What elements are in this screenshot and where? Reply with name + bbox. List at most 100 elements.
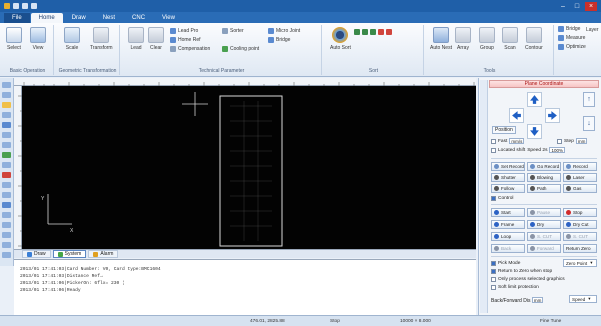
blowing-button[interactable]: Blowing (527, 173, 561, 182)
drawing-canvas[interactable]: Y X (22, 86, 476, 249)
cooling-point-button[interactable]: Cooling point (222, 46, 259, 52)
group-button[interactable]: Group (479, 27, 495, 51)
scan-button[interactable]: Scan (502, 27, 518, 51)
array-button[interactable]: Array (455, 27, 471, 51)
minimize-button[interactable]: – (557, 2, 569, 11)
pick-mode-checkbox[interactable] (491, 261, 496, 266)
micro-joint-button[interactable]: Micro Joint (268, 28, 300, 34)
tab-draw-log[interactable]: Draw (22, 250, 51, 258)
tab-file[interactable]: File (4, 13, 30, 23)
measure-button[interactable]: Measure (558, 35, 585, 41)
selected-only-checkbox[interactable] (491, 277, 496, 282)
tab-cnc[interactable]: CNC (124, 13, 153, 23)
app-logo-icon[interactable] (4, 3, 10, 9)
control-checkbox[interactable] (491, 196, 496, 201)
soft-limit-option[interactable]: Soft limit protection (491, 285, 539, 290)
draw-tool-icon[interactable] (2, 252, 11, 258)
fast-field[interactable]: mm/s (509, 138, 525, 144)
jog-down-button[interactable] (527, 124, 542, 139)
fast-option[interactable]: Fast mm/s (491, 138, 525, 144)
jog-right-button[interactable] (545, 108, 560, 123)
maximize-button[interactable]: □ (571, 2, 583, 11)
view-button[interactable]: View (30, 27, 46, 51)
located-shift-option[interactable]: Located shift Speed 2s 100% (491, 147, 565, 153)
return-zero-button[interactable]: Return Zero (563, 244, 597, 253)
path-button[interactable]: Path (527, 184, 561, 193)
tab-home[interactable]: Home (30, 13, 63, 23)
lead-button[interactable]: Lead (128, 27, 144, 51)
set-record-button[interactable]: Set Record (491, 162, 525, 171)
draw-tool-icon[interactable] (2, 82, 11, 88)
s-cut-alt-button[interactable]: S. CUT (563, 232, 597, 241)
bridge-small-button[interactable]: Bridge (268, 37, 290, 43)
step-field[interactable]: mm (575, 138, 588, 144)
shutter-button[interactable]: Shutter (491, 173, 525, 182)
step-checkbox[interactable] (557, 138, 562, 144)
control-option[interactable]: Control (491, 196, 513, 201)
z-up-button[interactable]: ↑ (583, 92, 595, 107)
tab-nest[interactable]: Nest (95, 13, 123, 23)
z-down-button[interactable]: ↓ (583, 116, 595, 131)
tab-draw[interactable]: Draw (64, 13, 94, 23)
tab-view[interactable]: View (154, 13, 183, 23)
draw-tool-icon[interactable] (2, 202, 11, 208)
save-icon[interactable] (13, 3, 19, 9)
redo-icon[interactable] (31, 3, 37, 9)
undo-icon[interactable] (22, 3, 28, 9)
start-button[interactable]: Start (491, 208, 525, 217)
selected-only-option[interactable]: Only process selected graphics (491, 277, 565, 282)
draw-tool-icon[interactable] (2, 122, 11, 128)
draw-tool-icon[interactable] (2, 142, 11, 148)
jog-left-button[interactable] (509, 108, 524, 123)
clear-button[interactable]: Clear (148, 27, 164, 51)
go-record-button[interactable]: Go Record (527, 162, 561, 171)
located-checkbox[interactable] (491, 147, 496, 153)
select-button[interactable]: Select (6, 27, 22, 51)
record-button[interactable]: Record (563, 162, 597, 171)
home-ref-button[interactable]: Home Ref (170, 37, 201, 43)
stop-button[interactable]: Stop (563, 208, 597, 217)
sorter-button[interactable]: Sorter (222, 28, 244, 34)
return-zero-option[interactable]: Return to Zero when stop (491, 269, 552, 274)
zero-point-dropdown[interactable]: Zero Point ▾ (563, 259, 597, 267)
draw-tool-icon[interactable] (2, 172, 11, 178)
loop-button[interactable]: Loop (491, 232, 525, 241)
draw-tool-icon[interactable] (2, 152, 11, 158)
layer-button[interactable]: Layer (586, 27, 599, 33)
laser-button[interactable]: Laser (563, 173, 597, 182)
close-button[interactable]: × (585, 1, 597, 11)
auto-sort-button[interactable]: Auto Sort (330, 27, 351, 51)
lead-pro-button[interactable]: Lead Pro (170, 28, 198, 34)
draw-tool-icon[interactable] (2, 162, 11, 168)
transform-button[interactable]: Transform (90, 27, 113, 51)
contour-button[interactable]: Contour (525, 27, 543, 51)
position-button[interactable]: Position (492, 126, 516, 134)
speed-dropdown[interactable]: Speed ▾ (569, 295, 597, 303)
draw-tool-icon[interactable] (2, 92, 11, 98)
jog-up-button[interactable] (527, 92, 542, 107)
back-button[interactable]: Back (491, 244, 525, 253)
gas-button[interactable]: Gas (563, 184, 597, 193)
scale-button[interactable]: Scale (64, 27, 80, 51)
panel-side-tabs[interactable] (480, 80, 488, 313)
fast-checkbox[interactable] (491, 138, 496, 144)
draw-tool-icon[interactable] (2, 232, 11, 238)
speed-field[interactable]: 100% (549, 147, 565, 153)
draw-tool-icon[interactable] (2, 112, 11, 118)
tab-system-log[interactable]: System (52, 250, 87, 258)
back-forward-field[interactable]: mm (531, 297, 544, 303)
s-cut-button[interactable]: S. CUT (527, 232, 561, 241)
step-option[interactable]: Step mm (557, 138, 588, 144)
follow-button[interactable]: Follow (491, 184, 525, 193)
draw-tool-icon[interactable] (2, 222, 11, 228)
draw-tool-icon[interactable] (2, 242, 11, 248)
dry-cut-button[interactable]: Dry Cut (563, 220, 597, 229)
pick-mode-option[interactable]: Pick Mode (491, 261, 520, 266)
soft-limit-checkbox[interactable] (491, 285, 496, 290)
draw-tool-icon[interactable] (2, 132, 11, 138)
draw-tool-icon[interactable] (2, 102, 11, 108)
auto-nest-button[interactable]: Auto Nest (430, 27, 452, 51)
draw-tool-icon[interactable] (2, 212, 11, 218)
sort-arrows-toolbar[interactable] (354, 29, 392, 35)
forward-button[interactable]: Forward (527, 244, 561, 253)
